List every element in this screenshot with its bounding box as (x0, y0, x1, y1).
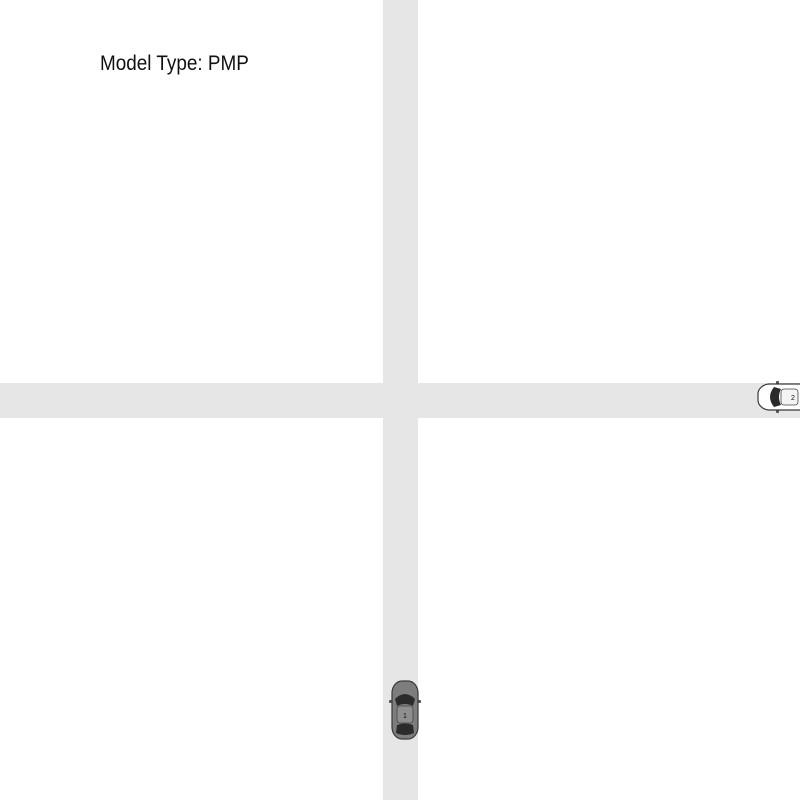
vehicle-1-label: 1 (403, 713, 407, 720)
vehicle-2: 2 (756, 381, 800, 413)
car-icon: 2 (757, 381, 800, 413)
vehicle-1: 1 (388, 679, 422, 741)
vehicle-2-label: 2 (791, 395, 795, 402)
simulation-canvas: Model Type: PMP 1 2 (0, 0, 800, 800)
car-icon: 1 (389, 680, 421, 740)
road-horizontal (0, 383, 800, 418)
model-type-label: Model Type: PMP (100, 52, 249, 75)
